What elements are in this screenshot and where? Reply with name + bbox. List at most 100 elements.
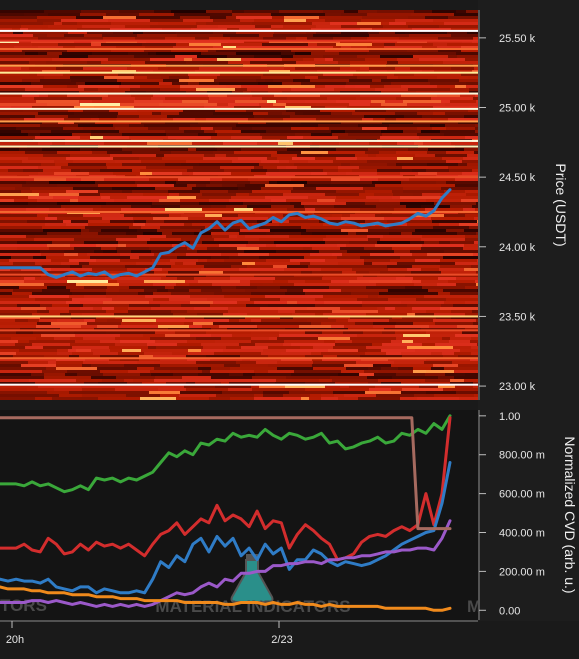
heatmap-cell	[134, 220, 146, 223]
heatmap-cell	[344, 325, 373, 328]
heatmap-cell	[435, 322, 473, 325]
heatmap-cell	[349, 79, 372, 82]
heatmap-cell	[196, 361, 236, 364]
heatmap-cell	[383, 235, 422, 238]
heatmap-cell	[284, 388, 305, 391]
heatmap-cell	[384, 43, 395, 46]
heatmap-cell	[338, 397, 358, 400]
heatmap-cell	[397, 262, 436, 265]
heatmap-cell	[0, 379, 29, 382]
heatmap-cell	[160, 304, 181, 307]
heatmap-cell	[199, 163, 232, 166]
heatmap-cell	[65, 208, 93, 211]
heatmap-cell	[66, 178, 81, 181]
heatmap-cell	[304, 256, 337, 259]
heatmap-cell	[226, 154, 271, 157]
heatmap-cell	[54, 22, 62, 25]
heatmap-cell	[321, 394, 334, 397]
heatmap-cell	[334, 205, 376, 208]
heatmap-cell	[132, 169, 140, 172]
heatmap-cell	[71, 169, 80, 172]
heatmap-cell	[29, 379, 76, 382]
heatmap-cell	[189, 283, 212, 286]
heatmap-cell	[380, 238, 421, 241]
heatmap-cell	[63, 127, 83, 130]
heatmap-cell	[45, 223, 66, 226]
heatmap-cell	[160, 364, 203, 367]
heatmap-cell	[180, 205, 211, 208]
heatmap-cell	[152, 112, 161, 115]
heatmap-cell	[431, 97, 473, 100]
heatmap-cell	[89, 172, 113, 175]
heatmap-cell	[48, 13, 80, 16]
heatmap-cell	[248, 178, 291, 181]
heatmap-cell	[156, 52, 190, 55]
heatmap-cell	[49, 193, 79, 196]
heatmap-cell	[319, 379, 332, 382]
heatmap-cell	[277, 367, 313, 370]
heatmap-cell	[221, 43, 262, 46]
heatmap-cell	[198, 367, 211, 370]
heatmap-cell	[360, 208, 394, 211]
heatmap-cell	[64, 253, 78, 256]
heatmap-cell	[247, 88, 291, 91]
heatmap-cell	[172, 82, 188, 85]
heatmap-cell	[51, 268, 92, 271]
heatmap-cell	[211, 334, 232, 337]
heatmap-cell	[166, 262, 175, 265]
heatmap-cell	[0, 250, 40, 253]
heatmap-cell	[389, 124, 430, 127]
heatmap-cell	[410, 250, 444, 253]
heatmap-cell	[166, 133, 198, 136]
heatmap-cell	[75, 334, 120, 337]
heatmap-cell	[226, 205, 247, 208]
heatmap-cell	[341, 370, 364, 373]
chart-svg: TORS MATERIAL INDICATORS M 23.00 k23.50 …	[0, 0, 579, 659]
heatmap-cell	[325, 259, 364, 262]
heatmap-cell	[180, 199, 209, 202]
heatmap-cell	[248, 241, 274, 244]
heatmap-cell	[422, 193, 440, 196]
heatmap-cell	[401, 301, 444, 304]
heatmap-cell	[278, 307, 307, 310]
heatmap-cell	[46, 367, 56, 370]
heatmap-cell	[161, 76, 169, 79]
heatmap-cell	[70, 265, 82, 268]
heatmap-cell	[63, 220, 71, 223]
heatmap-cell	[147, 343, 177, 346]
heatmap-cell	[413, 322, 435, 325]
heatmap-cell	[422, 343, 435, 346]
heatmap-cell	[403, 100, 441, 103]
heatmap-cell	[439, 25, 478, 28]
heatmap-cell	[400, 172, 418, 175]
heatmap-cell	[388, 289, 428, 292]
heatmap-cell	[76, 379, 102, 382]
heatmap-cell	[153, 217, 188, 220]
heatmap-cell	[401, 181, 436, 184]
heatmap-cell	[162, 157, 203, 160]
heatmap-cell	[159, 103, 204, 106]
heatmap-cell	[130, 88, 160, 91]
heatmap-cell	[321, 322, 355, 325]
heatmap-cell	[0, 292, 12, 295]
heatmap-cell	[308, 196, 336, 199]
heatmap-cell	[211, 205, 226, 208]
heatmap-cell	[61, 205, 101, 208]
heatmap-cell	[341, 229, 368, 232]
heatmap-cell	[324, 340, 335, 343]
heatmap-cell	[179, 394, 216, 397]
heatmap-cell	[106, 295, 117, 298]
heatmap-cell	[387, 61, 398, 64]
heatmap-cell	[99, 235, 137, 238]
heatmap-cell	[333, 160, 367, 163]
heatmap-cell	[70, 244, 96, 247]
heatmap-cell	[187, 169, 224, 172]
heatmap-cell	[116, 247, 149, 250]
heatmap-cell	[284, 268, 321, 271]
heatmap-cell	[0, 205, 36, 208]
heatmap-cell	[139, 13, 174, 16]
heatmap-cell	[176, 43, 189, 46]
heatmap-cell	[89, 229, 101, 232]
heatmap-cell	[144, 124, 190, 127]
heatmap-cell	[454, 352, 471, 355]
